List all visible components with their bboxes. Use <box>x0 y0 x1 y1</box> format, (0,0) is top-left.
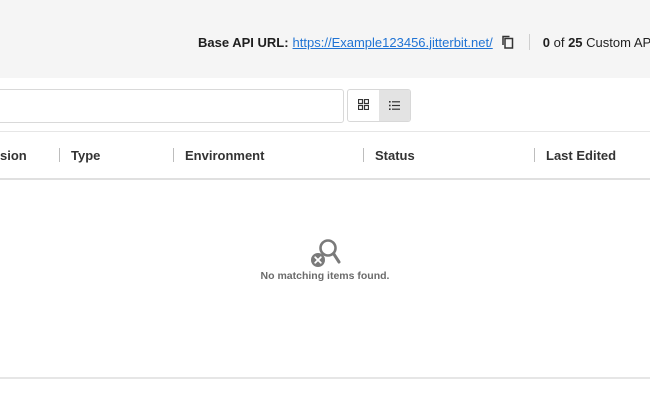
grid-view-button[interactable] <box>348 90 379 121</box>
table-bottom-divider <box>0 377 650 379</box>
list-view-icon <box>389 97 400 115</box>
base-api-url-label: Base API URL: <box>198 34 289 50</box>
list-view-button[interactable] <box>379 90 410 121</box>
top-bar: Base API URL: https://Example123456.jitt… <box>0 0 650 78</box>
divider <box>528 34 530 50</box>
column-header-type[interactable]: Type <box>71 148 100 163</box>
column-separator <box>59 148 60 162</box>
column-header-version[interactable]: sion <box>0 148 27 163</box>
copy-icon[interactable] <box>501 35 515 49</box>
empty-state-message: No matching items found. <box>260 270 390 282</box>
column-header-environment[interactable]: Environment <box>185 148 264 163</box>
count-of: of <box>553 34 565 50</box>
column-separator <box>363 148 364 162</box>
count-suffix: Custom AP <box>586 34 650 50</box>
table-header: sion Type Environment Status Last Edited <box>0 132 650 178</box>
table-header-divider <box>0 178 650 180</box>
column-separator <box>173 148 174 162</box>
search-input[interactable] <box>0 89 344 123</box>
api-count: 0 of 25 Custom AP <box>543 35 650 50</box>
api-info: Base API URL: https://Example123456.jitt… <box>198 34 650 50</box>
column-separator <box>534 148 535 162</box>
grid-view-icon <box>357 97 370 115</box>
search-no-results-icon <box>308 236 342 268</box>
base-api-url-link[interactable]: https://Example123456.jitterbit.net/ <box>293 35 493 50</box>
count-shown: 0 <box>542 34 550 50</box>
column-header-status[interactable]: Status <box>375 148 415 163</box>
view-toggle <box>347 89 411 122</box>
count-total: 25 <box>568 34 583 50</box>
search-row <box>0 89 650 123</box>
column-header-last-edited[interactable]: Last Edited <box>546 148 616 163</box>
empty-state: No matching items found. <box>0 236 650 282</box>
